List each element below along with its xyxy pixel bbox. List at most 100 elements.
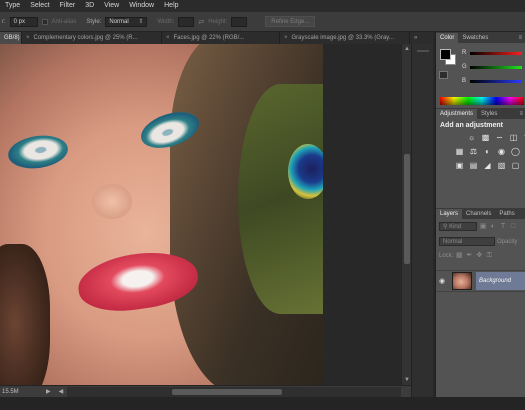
hue-saturation-icon[interactable]: ▦ xyxy=(454,147,465,157)
threshold-icon[interactable]: ◢ xyxy=(482,161,493,171)
close-icon[interactable]: × xyxy=(166,32,170,44)
brightness-contrast-icon[interactable]: ☼ xyxy=(466,133,477,143)
layer-filter-row: ⚲ Kind ▣ ◐ T □ xyxy=(436,219,525,234)
image-peacock-eye xyxy=(288,144,323,199)
posterize-icon[interactable]: ▤ xyxy=(468,161,479,171)
tab-styles[interactable]: Styles xyxy=(477,109,501,119)
default-colors-icon[interactable] xyxy=(439,71,448,79)
menu-type[interactable]: Type xyxy=(0,0,25,12)
scroll-down-icon[interactable]: ▼ xyxy=(403,376,411,384)
menu-help[interactable]: Help xyxy=(159,0,183,12)
tab-faces[interactable]: × Faces.jpg @ 22% (RGB/... xyxy=(162,32,280,44)
blue-slider[interactable] xyxy=(470,79,522,83)
curves-icon[interactable]: ∽ xyxy=(494,133,505,143)
tab-grayscale[interactable]: × Grayscale image.jpg @ 33.3% (Gray... xyxy=(280,32,410,44)
color-balance-icon[interactable]: ⚖ xyxy=(468,147,479,157)
image-left-eye xyxy=(6,131,70,173)
close-icon[interactable]: × xyxy=(26,32,30,44)
collapsed-panel-strip xyxy=(411,44,433,397)
layer-row-background[interactable]: ◉ Background xyxy=(436,270,525,292)
vertical-scrollbar[interactable]: ▲ ▼ xyxy=(401,44,411,385)
height-input[interactable] xyxy=(231,16,248,27)
blue-slider-row[interactable]: B xyxy=(462,77,522,85)
feather-label: r: xyxy=(2,18,6,25)
horizontal-scroll-thumb[interactable] xyxy=(172,388,283,395)
scroll-up-icon[interactable]: ▲ xyxy=(403,45,411,53)
layer-filter-select[interactable]: ⚲ Kind xyxy=(439,222,477,231)
right-panels: Color Swatches ≡ R G B Adjustments Style… xyxy=(435,32,525,397)
vertical-scroll-thumb[interactable] xyxy=(404,154,410,264)
tab-complementary[interactable]: × Complementary colors.jpg @ 25% (R... xyxy=(22,32,162,44)
style-label: Style: xyxy=(86,18,102,25)
selective-color-icon[interactable]: ▧ xyxy=(496,161,507,171)
gradient-map-icon[interactable]: ▢ xyxy=(510,161,521,171)
tab-label: Faces.jpg @ 22% (RGB/... xyxy=(173,35,245,41)
filter-shape-icon[interactable]: □ xyxy=(509,223,517,231)
feather-input[interactable]: 0 px xyxy=(9,16,38,27)
height-label: Height: xyxy=(208,18,228,25)
grip-icon[interactable] xyxy=(417,50,429,52)
horizontal-scrollbar[interactable] xyxy=(67,386,401,397)
lock-pixels-icon[interactable]: ✒ xyxy=(465,252,473,260)
filter-adjustment-icon[interactable]: ◐ xyxy=(489,223,497,231)
tab-paths[interactable]: Paths xyxy=(495,209,518,219)
adjustment-icons-row-3: ▣ ▤ ◢ ▧ ▢ xyxy=(436,159,525,173)
lock-transparency-icon[interactable]: ▦ xyxy=(455,252,463,260)
adjustment-icons-row-2: ▦ ⚖ ◐ ◉ ◯ ▦ xyxy=(436,145,525,159)
document-size: 15.5M xyxy=(2,388,19,395)
menu-3d[interactable]: 3D xyxy=(80,0,99,12)
tab-current[interactable]: GB/8) xyxy=(0,32,22,44)
menu-filter[interactable]: Filter xyxy=(55,0,81,12)
green-slider[interactable] xyxy=(470,65,522,69)
green-slider-row[interactable]: G xyxy=(462,63,522,71)
lock-all-icon[interactable]: ⚿ xyxy=(485,252,493,260)
panel-menu-icon[interactable]: ≡ xyxy=(519,109,525,119)
tab-swatches[interactable]: Swatches xyxy=(458,33,492,43)
adjustments-panel-tabs: Adjustments Styles ≡ xyxy=(436,108,525,119)
photo-filter-icon[interactable]: ◉ xyxy=(496,147,507,157)
foreground-color-swatch[interactable] xyxy=(440,49,451,60)
chevron-down-icon: ⇕ xyxy=(138,18,144,25)
channel-mixer-icon[interactable]: ◯ xyxy=(510,147,521,157)
invert-icon[interactable]: ▣ xyxy=(454,161,465,171)
tab-label: Complementary colors.jpg @ 25% (R... xyxy=(33,35,138,41)
status-menu-icon[interactable]: ▶ xyxy=(42,388,55,395)
tab-adjustments[interactable]: Adjustments xyxy=(436,109,478,119)
antialias-checkbox[interactable] xyxy=(41,18,48,25)
filter-pixel-icon[interactable]: ▣ xyxy=(479,223,487,231)
lock-label: Lock: xyxy=(439,253,454,259)
document-tabs: GB/8) × Complementary colors.jpg @ 25% (… xyxy=(0,32,433,44)
search-icon: ⚲ xyxy=(443,224,448,230)
levels-icon[interactable]: ▩ xyxy=(480,133,491,143)
tab-layers[interactable]: Layers xyxy=(436,209,463,219)
canvas-area[interactable] xyxy=(0,44,411,385)
lock-position-icon[interactable]: ✥ xyxy=(475,252,483,260)
style-select[interactable]: Normal ⇕ xyxy=(105,16,148,27)
tab-channels[interactable]: Channels xyxy=(462,209,495,219)
tab-color[interactable]: Color xyxy=(436,33,459,43)
refine-edge-button[interactable]: Refine Edge... xyxy=(265,16,316,27)
width-label: Width: xyxy=(157,18,175,25)
scroll-left-icon[interactable]: ◀ xyxy=(55,388,68,395)
document-image[interactable] xyxy=(0,44,323,385)
layers-panel: Layers Channels Paths ⚲ Kind ▣ ◐ T □ Nor… xyxy=(436,208,525,397)
width-input[interactable] xyxy=(178,16,195,27)
menu-window[interactable]: Window xyxy=(124,0,159,12)
blend-mode-select[interactable]: Normal xyxy=(439,237,495,246)
menu-select[interactable]: Select xyxy=(25,0,54,12)
visibility-eye-icon[interactable]: ◉ xyxy=(436,277,448,285)
menu-bar: Type Select Filter 3D View Window Help xyxy=(0,0,525,12)
filter-type-icon[interactable]: T xyxy=(499,223,507,231)
layer-thumbnail xyxy=(452,272,472,290)
tab-overflow[interactable]: » xyxy=(410,32,433,44)
panel-menu-icon[interactable]: ≡ xyxy=(518,33,525,43)
adjustments-panel: Adjustments Styles ≡ Add an adjustment ☼… xyxy=(436,108,525,210)
close-icon[interactable]: × xyxy=(284,32,288,44)
red-slider-row[interactable]: R xyxy=(462,49,522,57)
layer-name[interactable]: Background xyxy=(476,272,525,290)
swap-icon[interactable]: ⇄ xyxy=(198,18,204,26)
menu-view[interactable]: View xyxy=(99,0,124,12)
exposure-icon[interactable]: ◫ xyxy=(508,133,519,143)
red-slider[interactable] xyxy=(470,51,522,55)
black-white-icon[interactable]: ◐ xyxy=(482,147,493,157)
